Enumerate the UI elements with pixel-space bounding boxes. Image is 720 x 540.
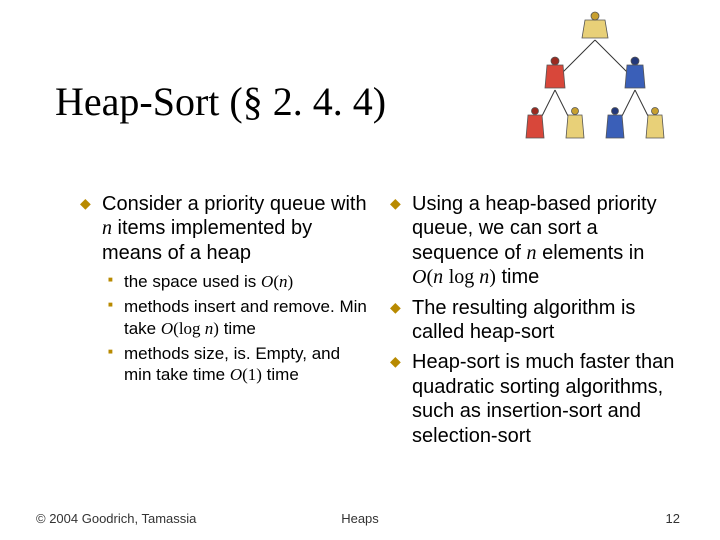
text: time [219, 319, 256, 338]
bullet-using-heap: Using a heap-based priority queue, we ca… [390, 192, 680, 290]
math-O: O [230, 365, 242, 384]
math-n: n [527, 242, 537, 264]
bullet-resulting-algorithm: The resulting algorithm is called heap-s… [390, 296, 680, 345]
text: elements in [537, 242, 645, 264]
slide: Heap-Sort (§ 2. 4. 4) Consider a priorit… [0, 0, 720, 540]
math-O: O [161, 319, 173, 338]
math-n: n [102, 217, 112, 239]
footer-title: Heaps [0, 511, 720, 526]
subbullet-insert-remove: methods insert and remove. Min take O(lo… [80, 296, 370, 339]
right-column: Using a heap-based priority queue, we ca… [390, 192, 680, 454]
text: The resulting algorithm is called heap-s… [412, 297, 635, 343]
text: Consider a priority queue with [102, 193, 367, 215]
text: time [496, 266, 539, 288]
math-O: O [412, 266, 426, 288]
slide-title: Heap-Sort (§ 2. 4. 4) [55, 78, 386, 125]
bullet-faster: Heap-sort is much faster than quadratic … [390, 350, 680, 448]
subbullet-space: the space used is O(n) [80, 271, 370, 292]
math-n: n [433, 266, 443, 288]
heap-illustration [510, 10, 680, 160]
text: Heap-sort is much faster than quadratic … [412, 351, 674, 446]
bullet-consider: Consider a priority queue with n items i… [80, 192, 370, 265]
text: the space used is [124, 272, 261, 291]
footer-page-number: 12 [666, 511, 680, 526]
left-column: Consider a priority queue with n items i… [80, 192, 370, 454]
text: time [262, 365, 299, 384]
subbullet-size-empty-min: methods size, is. Empty, and min take ti… [80, 343, 370, 386]
math-O: O [261, 272, 273, 291]
math-n: n [479, 266, 489, 288]
math-log: log [179, 319, 205, 338]
math-one: 1 [248, 365, 257, 384]
paren: ) [489, 266, 496, 288]
slide-body: Consider a priority queue with n items i… [80, 192, 680, 454]
math-log: log [449, 266, 480, 288]
text: items implemented by means of a heap [102, 217, 312, 263]
paren: ) [287, 272, 293, 291]
